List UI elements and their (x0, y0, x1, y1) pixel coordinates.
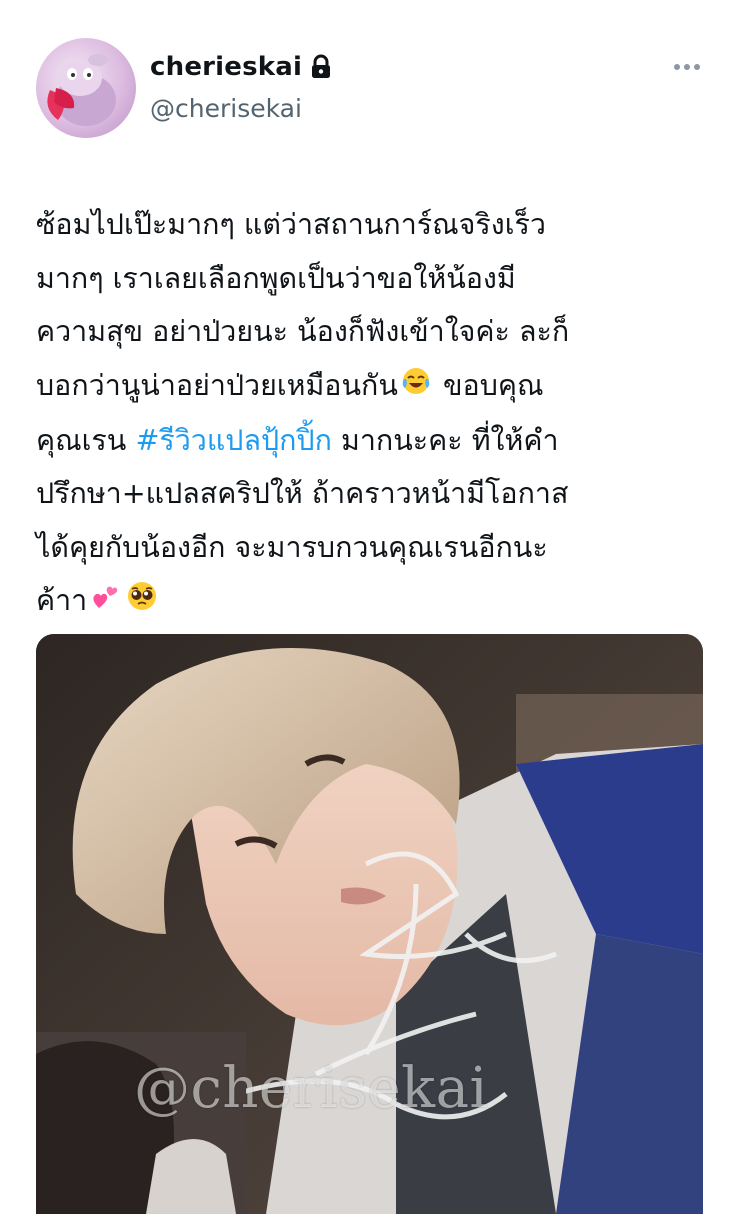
photo (36, 634, 703, 1214)
name-row: cherieskai (150, 52, 332, 82)
pleading-face-icon (126, 576, 158, 630)
tweet-text-segment: ขอบคุณ (433, 367, 544, 402)
avatar[interactable] (36, 38, 136, 138)
media-watermark: @cherisekai (134, 1056, 488, 1121)
tweet-line: คุณเรน #รีวิวแปลปุ้กปิ้ก มากนะคะ ที่ให้ค… (36, 414, 708, 468)
tweet-line: ได้คุยกับน้องอีก จะมารบกวนคุณเรนอีกนะ (36, 529, 548, 564)
avatar-image (47, 54, 116, 126)
handle[interactable]: @cherisekai (150, 94, 302, 123)
face-with-tears-of-joy-icon (401, 360, 431, 414)
tweet-line: ปรึกษา+แปลสคริปให้ ถ้าคราวหน้ามีโอกาส (36, 476, 569, 511)
tweet-line: มากๆ เราเลยเลือกพูดเป็นว่าขอให้น้องมี (36, 260, 516, 295)
tweet-line: บอกว่านูน่าอย่าป่วยเหมือนกัน ขอบคุณ (36, 359, 708, 414)
tweet-line: ซ้อมไปเป๊ะมากๆ แต่ว่าสถานการ์ณจริงเร็ว (36, 207, 546, 241)
lock-icon (312, 54, 331, 78)
tweet-media[interactable]: @cherisekai (36, 634, 703, 1214)
tweet-line: ความสุข อย่าป่วยนะ น้องก็ฟังเข้าใจค่ะ ละ… (36, 314, 570, 349)
tweet-header: cherieskai @cherisekai (36, 38, 703, 138)
tweet-line: ค้าา (36, 574, 708, 629)
tweet-text-segment: มากนะคะ ที่ให้คำ (331, 422, 559, 457)
tweet-text-segment: บอกว่านูน่าอย่าป่วยเหมือนกัน (36, 367, 398, 402)
tweet-text-segment: ค้าา (36, 583, 88, 618)
tweet-text: ซ้อมไปเป๊ะมากๆ แต่ว่าสถานการ์ณจริงเร็ว ม… (36, 198, 708, 629)
tweet-text-segment: คุณเรน (36, 422, 136, 457)
two-hearts-icon (90, 576, 120, 630)
more-icon[interactable] (673, 62, 701, 72)
display-name[interactable]: cherieskai (150, 52, 302, 82)
hashtag-link[interactable]: #รีวิวแปลปุ้กปิ้ก (135, 423, 331, 457)
